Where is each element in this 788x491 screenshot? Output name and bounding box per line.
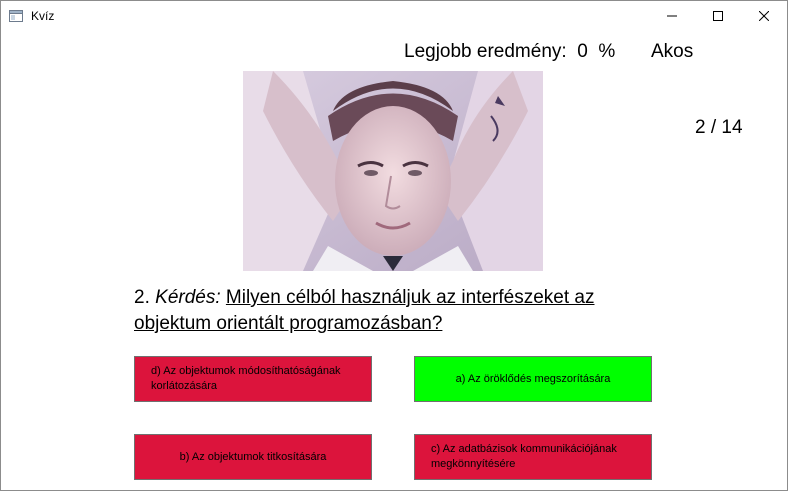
title-bar[interactable]: Kvíz	[1, 1, 787, 31]
maximize-icon	[713, 11, 723, 21]
question-number: 2.	[134, 287, 150, 308]
maximize-button[interactable]	[695, 1, 741, 31]
answer-button-a[interactable]: a) Az öröklődés megszorítására	[414, 356, 652, 402]
question-label: Kérdés:	[155, 287, 221, 308]
question-image	[243, 71, 543, 271]
minimize-button[interactable]	[649, 1, 695, 31]
question-block: 2. Kérdés: Milyen célból használjuk az i…	[134, 285, 654, 337]
answer-label: b) Az objektumok titkosítására	[179, 450, 327, 463]
answer-label: a) Az öröklődés megszorítására	[455, 372, 611, 385]
best-score-unit: %	[598, 41, 616, 62]
answer-label: d) Az objektumok módosíthatóságának korl…	[151, 365, 341, 392]
best-score-value: 0	[577, 41, 588, 62]
minimize-icon	[667, 15, 677, 17]
portrait-photo	[243, 71, 543, 271]
close-icon	[759, 11, 769, 21]
app-window-icon	[9, 10, 23, 22]
best-score: Legjobb eredmény: 0 %	[404, 41, 615, 63]
window-title: Kvíz	[31, 9, 55, 23]
close-button[interactable]	[741, 1, 787, 31]
best-score-label: Legjobb eredmény:	[404, 41, 567, 62]
answer-label: c) Az adatbázisok kommunikációjának megk…	[431, 443, 617, 470]
answer-button-c[interactable]: c) Az adatbázisok kommunikációjának megk…	[414, 434, 652, 480]
user-name: Akos	[651, 41, 694, 62]
quiz-window: Kvíz Legjobb eredmény: 0 % Akos 2 / 14 2…	[0, 0, 788, 491]
answer-button-b[interactable]: b) Az objektumok titkosítására	[134, 434, 372, 480]
answer-button-d[interactable]: d) Az objektumok módosíthatóságának korl…	[134, 356, 372, 402]
question-progress: 2 / 14	[695, 117, 743, 138]
